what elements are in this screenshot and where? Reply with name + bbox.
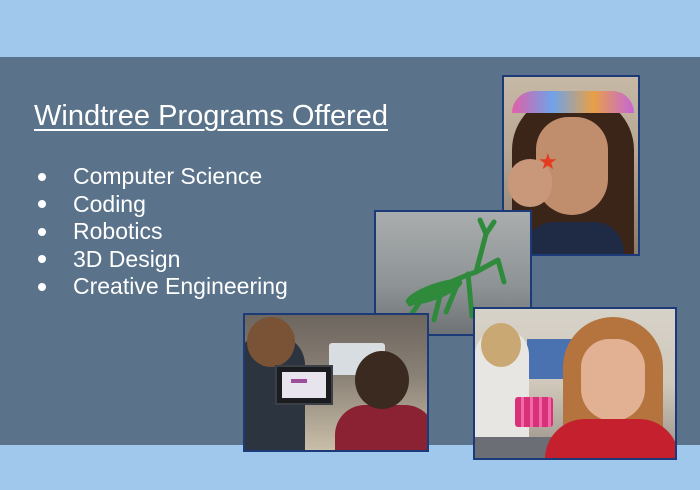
program-list: Computer Science Coding Robotics 3D Desi… bbox=[38, 163, 288, 301]
bullet-icon bbox=[38, 282, 46, 291]
photo-student-left-head bbox=[247, 317, 295, 367]
program-item-robotics: Robotics bbox=[38, 218, 288, 246]
program-item-3d-design: 3D Design bbox=[38, 246, 288, 274]
program-item-creative-engineering: Creative Engineering bbox=[38, 273, 288, 301]
program-item-computer-science: Computer Science bbox=[38, 163, 288, 191]
bullet-icon bbox=[38, 255, 46, 264]
star-icon: ★ bbox=[538, 149, 558, 174]
program-label: Computer Science bbox=[73, 163, 263, 190]
photo-shirt bbox=[545, 419, 675, 458]
program-label: Coding bbox=[73, 190, 146, 217]
photo-headband bbox=[512, 91, 634, 113]
photo-background-student-head bbox=[481, 323, 521, 367]
bullet-icon bbox=[38, 200, 46, 209]
photo-shirt bbox=[524, 222, 624, 254]
photo-laptop-screen bbox=[282, 372, 326, 398]
program-label: Robotics bbox=[73, 218, 163, 245]
cube-icon bbox=[515, 397, 553, 427]
photo-student-right bbox=[335, 405, 427, 450]
top-band bbox=[0, 0, 700, 57]
photo-face bbox=[581, 339, 645, 421]
photo-laptop bbox=[275, 365, 333, 405]
bullet-icon bbox=[38, 227, 46, 236]
photo-student-right-head bbox=[355, 351, 409, 409]
bullet-icon bbox=[38, 172, 46, 181]
photo-laptop-accent bbox=[291, 379, 307, 383]
slide-title: Windtree Programs Offered bbox=[34, 100, 389, 132]
program-label: 3D Design bbox=[73, 245, 181, 272]
program-item-coding: Coding bbox=[38, 191, 288, 219]
program-label: Creative Engineering bbox=[73, 273, 288, 300]
photo-classroom-laptop bbox=[243, 313, 429, 452]
photo-girl-with-cube bbox=[473, 307, 677, 460]
